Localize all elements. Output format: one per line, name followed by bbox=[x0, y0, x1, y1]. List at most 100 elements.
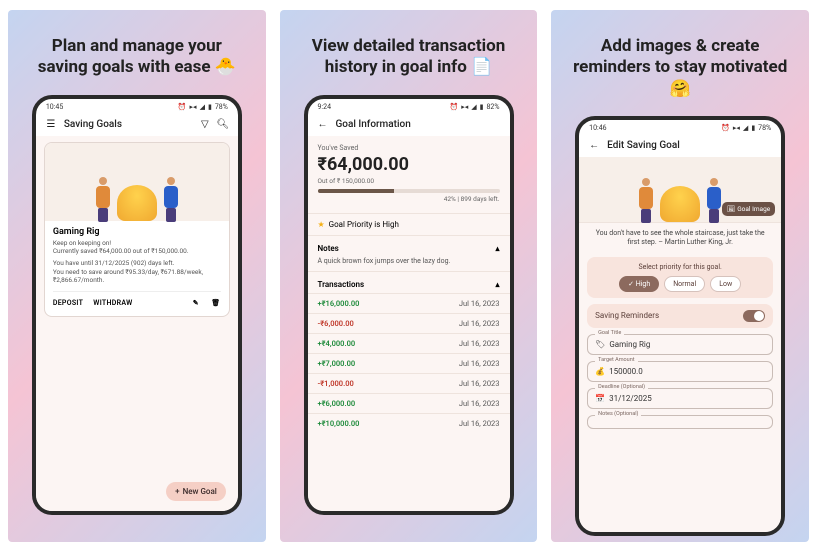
battery-pct: 78% bbox=[758, 124, 771, 132]
wifi-icon: ▸◂ bbox=[461, 103, 468, 111]
deadline-value: 31/12/2025 bbox=[609, 394, 652, 403]
goal-image-label: Goal Image bbox=[737, 205, 770, 213]
notes-field[interactable]: Notes (Optional) bbox=[587, 415, 773, 429]
content-area: Gaming Rig Keep on keeping on! Currently… bbox=[36, 136, 238, 511]
status-bar: 10:46 ⏰ ▸◂ ◢ ▮ 78% bbox=[579, 120, 781, 134]
transaction-row[interactable]: -₹6,000.00 Jul 16, 2023 bbox=[308, 313, 510, 333]
headline-2: View detailed transaction history in goa… bbox=[280, 10, 538, 95]
txn-amount: -₹1,000.00 bbox=[318, 379, 354, 388]
priority-label: Select priority for this goal. bbox=[593, 263, 767, 271]
battery-pct: 78% bbox=[215, 103, 228, 111]
calendar-icon: 📅 bbox=[595, 394, 605, 403]
transaction-row[interactable]: +₹16,000.00Jul 16, 2023 bbox=[308, 293, 510, 313]
edit-icon[interactable]: ✎ bbox=[191, 298, 201, 308]
txn-date: Jul 16, 2023 bbox=[459, 419, 500, 428]
goal-time-left: You have until 31/12/2025 (902) days lef… bbox=[53, 259, 221, 267]
reminders-toggle[interactable] bbox=[743, 310, 765, 322]
back-icon[interactable]: ← bbox=[318, 119, 328, 129]
coins-icon bbox=[660, 186, 700, 222]
withdraw-button[interactable]: WITHDRAW bbox=[93, 299, 132, 307]
search-icon[interactable]: 🔍︎ bbox=[218, 119, 228, 129]
person-left-icon bbox=[93, 177, 113, 221]
phone-frame-1: 10:45 ⏰ ▸◂ ◢ ▮ 78% ☰ Saving Goals ▽ 🔍︎ bbox=[32, 95, 242, 515]
txn-amount: +₹16,000.00 bbox=[318, 299, 360, 308]
quote-text: You don't have to see the whole staircas… bbox=[579, 223, 781, 253]
goal-card[interactable]: Gaming Rig Keep on keeping on! Currently… bbox=[44, 142, 230, 317]
priority-normal-chip[interactable]: Normal bbox=[664, 276, 705, 292]
promo-panel-3: Add images & create reminders to stay mo… bbox=[551, 10, 809, 542]
signal-icon: ◢ bbox=[200, 103, 205, 111]
txn-date: Jul 16, 2023 bbox=[459, 339, 500, 348]
transactions-header[interactable]: Transactions ▴ bbox=[308, 271, 510, 293]
headline-3: Add images & create reminders to stay mo… bbox=[551, 10, 809, 116]
transaction-row[interactable]: -₹1,000.00 Jul 16, 2023 bbox=[308, 373, 510, 393]
status-icons: ⏰ ▸◂ ◢ ▮ 78% bbox=[178, 103, 228, 111]
notes-label: Notes bbox=[318, 244, 339, 253]
transaction-row[interactable]: +₹10,000.00Jul 16, 2023 bbox=[308, 413, 510, 433]
goal-need: You need to save around ₹95.33/day, ₹671… bbox=[53, 268, 221, 285]
progress-bar bbox=[318, 189, 500, 193]
transaction-row[interactable]: +₹6,000.00Jul 16, 2023 bbox=[308, 393, 510, 413]
priority-selector: Select priority for this goal. ✓ High No… bbox=[587, 257, 773, 298]
menu-icon[interactable]: ☰ bbox=[46, 119, 56, 129]
txn-date: Jul 16, 2023 bbox=[459, 359, 500, 368]
wifi-icon: ▸◂ bbox=[733, 124, 740, 132]
transaction-row[interactable]: +₹4,000.00 Jul 16, 2023 bbox=[308, 333, 510, 353]
phone-frame-3: 10:46 ⏰ ▸◂ ◢ ▮ 78% ← Edit Saving Goal 🖼 … bbox=[575, 116, 785, 536]
image-icon: 🖼 bbox=[727, 205, 735, 213]
goal-illustration bbox=[45, 143, 229, 221]
status-time: 10:45 bbox=[46, 103, 63, 111]
txn-date: Jul 16, 2023 bbox=[459, 379, 500, 388]
goal-title: Gaming Rig bbox=[53, 227, 221, 237]
goal-title-label: Goal Title bbox=[595, 330, 624, 336]
content-area[interactable]: You've Saved ₹64,000.00 Out of ₹ 150,000… bbox=[308, 136, 510, 511]
delete-icon[interactable]: 🗑 bbox=[211, 298, 221, 308]
notes-header[interactable]: Notes ▴ bbox=[308, 236, 510, 257]
target-amount-field[interactable]: Target Amount 💰150000.0 bbox=[587, 361, 773, 382]
fab-label: New Goal bbox=[183, 487, 217, 496]
reminders-label: Saving Reminders bbox=[595, 311, 659, 320]
person-right-icon bbox=[704, 178, 724, 222]
app-title: Goal Information bbox=[336, 119, 500, 130]
signal-icon: ◢ bbox=[471, 103, 476, 111]
txn-date: Jul 16, 2023 bbox=[459, 399, 500, 408]
goal-actions: DEPOSIT WITHDRAW ✎ 🗑 bbox=[53, 291, 221, 308]
saved-label: You've Saved bbox=[318, 144, 500, 152]
star-icon: ★ bbox=[318, 220, 325, 229]
priority-text: Goal Priority is High bbox=[329, 220, 399, 229]
promo-panel-1: Plan and manage your saving goals with e… bbox=[8, 10, 266, 542]
transactions-label: Transactions bbox=[318, 280, 365, 289]
priority-low-chip[interactable]: Low bbox=[710, 276, 741, 292]
app-title: Edit Saving Goal bbox=[607, 140, 771, 151]
promo-panel-2: View detailed transaction history in goa… bbox=[280, 10, 538, 542]
status-icons: ⏰ ▸◂ ◢ ▮ 82% bbox=[450, 103, 500, 111]
goal-image-button[interactable]: 🖼 Goal Image bbox=[722, 202, 775, 216]
txn-amount: +₹4,000.00 bbox=[318, 339, 356, 348]
txn-amount: -₹6,000.00 bbox=[318, 319, 354, 328]
transaction-row[interactable]: +₹7,000.00Jul 16, 2023 bbox=[308, 353, 510, 373]
app-bar: ☰ Saving Goals ▽ 🔍︎ bbox=[36, 113, 238, 136]
person-left-icon bbox=[636, 178, 656, 222]
alarm-icon: ⏰ bbox=[721, 124, 730, 132]
status-time: 10:46 bbox=[589, 124, 606, 132]
deadline-field[interactable]: Deadline (Optional) 📅31/12/2025 bbox=[587, 388, 773, 409]
back-icon[interactable]: ← bbox=[589, 140, 599, 150]
notes-label: Notes (Optional) bbox=[595, 411, 641, 417]
alarm-icon: ⏰ bbox=[178, 103, 187, 111]
new-goal-fab[interactable]: + New Goal bbox=[166, 482, 226, 501]
filter-icon[interactable]: ▽ bbox=[200, 119, 210, 129]
battery-pct: 82% bbox=[487, 103, 500, 111]
deposit-button[interactable]: DEPOSIT bbox=[53, 299, 83, 307]
goal-title-value: Gaming Rig bbox=[609, 340, 650, 349]
tag-icon: 🏷 bbox=[595, 340, 605, 349]
wifi-icon: ▸◂ bbox=[190, 103, 197, 111]
coins-icon bbox=[117, 185, 157, 221]
target-amount-value: 150000.0 bbox=[609, 367, 643, 376]
money-icon: 💰 bbox=[595, 367, 605, 376]
phone-frame-2: 9:24 ⏰ ▸◂ ◢ ▮ 82% ← Goal Information You… bbox=[304, 95, 514, 515]
priority-high-chip[interactable]: ✓ High bbox=[619, 276, 659, 292]
content-area[interactable]: 🖼 Goal Image You don't have to see the w… bbox=[579, 157, 781, 532]
goal-title-field[interactable]: Goal Title 🏷Gaming Rig bbox=[587, 334, 773, 355]
progress-meta: 42% | 899 days left. bbox=[318, 195, 500, 203]
txn-date: Jul 16, 2023 bbox=[459, 319, 500, 328]
